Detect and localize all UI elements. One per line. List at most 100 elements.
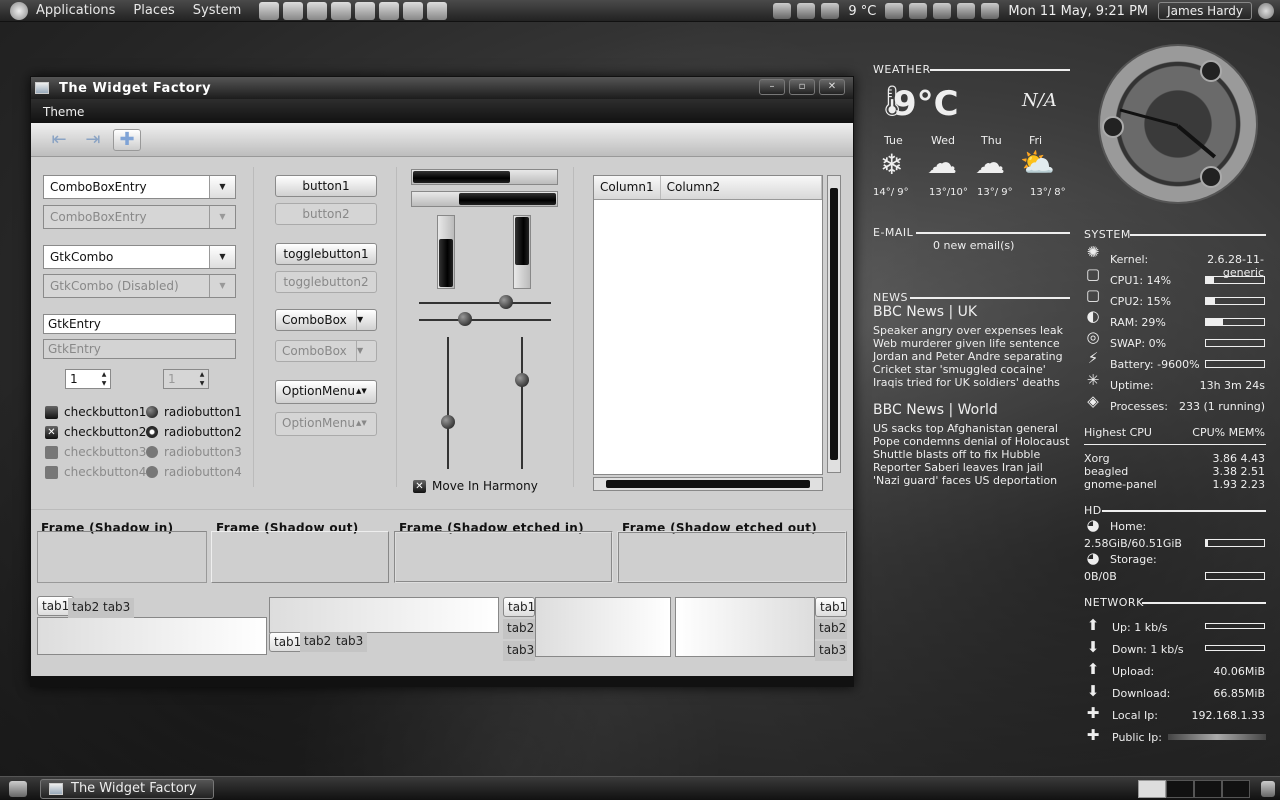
network-tray-icon[interactable] xyxy=(933,3,952,19)
gtkcombo-text[interactable]: GtkCombo xyxy=(50,250,113,264)
theme-menu[interactable]: Theme xyxy=(43,105,84,119)
scroll-thumb[interactable] xyxy=(606,480,810,488)
news-world-title[interactable]: BBC News | World xyxy=(873,402,998,418)
togglebutton1[interactable]: togglebutton1 xyxy=(275,243,377,265)
hscale-knob-2[interactable] xyxy=(458,312,472,326)
firefox-launcher-icon[interactable] xyxy=(259,1,280,20)
app-tray-icon[interactable] xyxy=(885,3,904,19)
optionmenu-label[interactable]: OptionMenu xyxy=(282,384,355,398)
applications-menu[interactable]: Applications xyxy=(36,3,115,18)
column1-header[interactable]: Column1 xyxy=(594,176,661,199)
spin-value[interactable]: 1 xyxy=(70,372,78,386)
scroll-thumb[interactable] xyxy=(830,188,838,460)
clock[interactable]: Mon 11 May, 9:21 PM xyxy=(1008,4,1148,19)
news-item[interactable]: Speaker angry over expenses leak xyxy=(873,324,1063,337)
taskbar-item-widget-factory[interactable]: The Widget Factory xyxy=(40,779,214,799)
news-item[interactable]: Web murderer given life sentence xyxy=(873,337,1063,350)
weather-tray-temp[interactable]: 9 °C xyxy=(848,4,876,19)
go-back-icon[interactable]: ⇤ xyxy=(45,129,73,151)
updates-tray-icon[interactable] xyxy=(981,3,1000,19)
clock-button-left[interactable] xyxy=(1102,116,1124,138)
thunderbird-launcher-icon[interactable] xyxy=(283,1,304,20)
clock-button-top[interactable] xyxy=(1200,60,1222,82)
button1[interactable]: button1 xyxy=(275,175,377,197)
editor-launcher-icon[interactable] xyxy=(355,1,376,20)
news-item[interactable]: Reporter Saberi leaves Iran jail xyxy=(873,461,1069,474)
radiobutton2[interactable]: radiobutton2 xyxy=(146,425,242,439)
clock-button-bottom[interactable] xyxy=(1200,166,1222,188)
combobox-entry[interactable]: ComboBoxEntry ▼ xyxy=(43,175,236,199)
minimize-button[interactable]: – xyxy=(759,79,785,95)
taskbar-item-label[interactable]: The Widget Factory xyxy=(71,781,197,796)
system-menu[interactable]: System xyxy=(193,3,241,18)
go-forward-icon[interactable]: ⇥ xyxy=(79,129,107,151)
chevron-down-icon[interactable]: ▼ xyxy=(209,246,235,268)
tree-view[interactable]: Column1 Column2 xyxy=(593,175,823,475)
gmail-tray-icon[interactable] xyxy=(797,3,816,19)
checkbox-checked-icon[interactable]: ✕ xyxy=(45,425,58,439)
checkbox-checked-icon[interactable]: ✕ xyxy=(413,479,426,493)
hscale-track[interactable] xyxy=(419,302,551,304)
horizontal-scrollbar[interactable] xyxy=(593,477,823,491)
tab-3-left[interactable]: tab3 xyxy=(503,641,535,661)
maximize-button[interactable]: ▫ xyxy=(789,79,815,95)
hscale-knob[interactable] xyxy=(499,295,513,309)
battery-tray-icon[interactable] xyxy=(909,3,928,19)
workspace-switcher[interactable] xyxy=(1138,780,1250,798)
move-in-harmony-check[interactable]: ✕ Move In Harmony xyxy=(413,479,538,493)
news-item[interactable]: Iraqis tried for UK soldiers' deaths xyxy=(873,376,1063,389)
tab-3-bottom[interactable]: tab3 xyxy=(332,632,368,652)
updown-icon[interactable]: ▲▼ xyxy=(356,381,376,401)
news-item[interactable]: Shuttle blasts off to fix Hubble xyxy=(873,448,1069,461)
title-bar[interactable]: The Widget Factory – ▫ ✕ xyxy=(31,77,853,99)
checkbutton1[interactable]: checkbutton1 xyxy=(45,405,146,419)
gnome-foot-icon[interactable] xyxy=(10,1,28,20)
radio-selected-icon[interactable] xyxy=(146,426,158,438)
pidgin-launcher-icon[interactable] xyxy=(307,1,328,20)
tab-1-right[interactable]: tab1 xyxy=(815,597,847,617)
tab-2-left[interactable]: tab2 xyxy=(503,619,535,639)
gimp-launcher-icon[interactable] xyxy=(403,1,424,20)
gtkcombo[interactable]: GtkCombo ▼ xyxy=(43,245,236,269)
workspace-4[interactable] xyxy=(1222,780,1250,798)
power-icon[interactable] xyxy=(1258,3,1274,19)
tab-3-top[interactable]: tab3 xyxy=(99,598,135,618)
spin-button[interactable]: 1 ▲ ▼ xyxy=(65,369,111,389)
close-button[interactable]: ✕ xyxy=(819,79,845,95)
news-item[interactable]: Pope condemns denial of Holocaust xyxy=(873,435,1069,448)
show-desktop-icon[interactable] xyxy=(9,781,27,797)
places-menu[interactable]: Places xyxy=(133,3,174,18)
shutdown-tray-icon[interactable] xyxy=(773,3,792,19)
workspace-2[interactable] xyxy=(1166,780,1194,798)
combobox-label[interactable]: ComboBox xyxy=(282,313,347,327)
combobox[interactable]: ComboBox ▼ xyxy=(275,309,377,331)
workspace-1[interactable] xyxy=(1138,780,1166,798)
chevron-down-icon[interactable]: ▼ xyxy=(356,310,376,330)
monitor-launcher-icon[interactable] xyxy=(379,1,400,20)
column2-header[interactable]: Column2 xyxy=(661,176,822,199)
vertical-scrollbar[interactable] xyxy=(827,175,841,473)
tab-2-bottom[interactable]: tab2 xyxy=(300,632,336,652)
checkbutton1-label[interactable]: checkbutton1 xyxy=(64,405,146,419)
news-item[interactable]: US sacks top Afghanistan general xyxy=(873,422,1069,435)
chevron-down-icon[interactable]: ▼ xyxy=(209,176,235,198)
terminal-launcher-icon[interactable] xyxy=(331,1,352,20)
tab-3-right[interactable]: tab3 xyxy=(815,641,847,661)
tab-1-left[interactable]: tab1 xyxy=(503,597,535,617)
news-item[interactable]: 'Nazi guard' faces US deportation xyxy=(873,474,1069,487)
radio-icon[interactable] xyxy=(146,406,158,418)
weather-tray-icon[interactable] xyxy=(821,3,840,19)
trash-icon[interactable] xyxy=(1261,781,1275,797)
news-uk-title[interactable]: BBC News | UK xyxy=(873,304,977,320)
optionmenu[interactable]: OptionMenu ▲▼ xyxy=(275,380,377,404)
workspace-3[interactable] xyxy=(1194,780,1222,798)
vscale-knob-2[interactable] xyxy=(515,373,529,387)
gtk-entry[interactable]: GtkEntry xyxy=(43,314,236,334)
checkbox-icon[interactable] xyxy=(45,405,58,419)
search-tray-icon[interactable] xyxy=(957,3,976,19)
news-item[interactable]: Cricket star 'smuggled cocaine' xyxy=(873,363,1063,376)
vscale-knob[interactable] xyxy=(441,415,455,429)
radiobutton2-label[interactable]: radiobutton2 xyxy=(164,425,242,439)
checkbutton2-label[interactable]: checkbutton2 xyxy=(64,425,146,439)
radiobutton1[interactable]: radiobutton1 xyxy=(146,405,242,419)
